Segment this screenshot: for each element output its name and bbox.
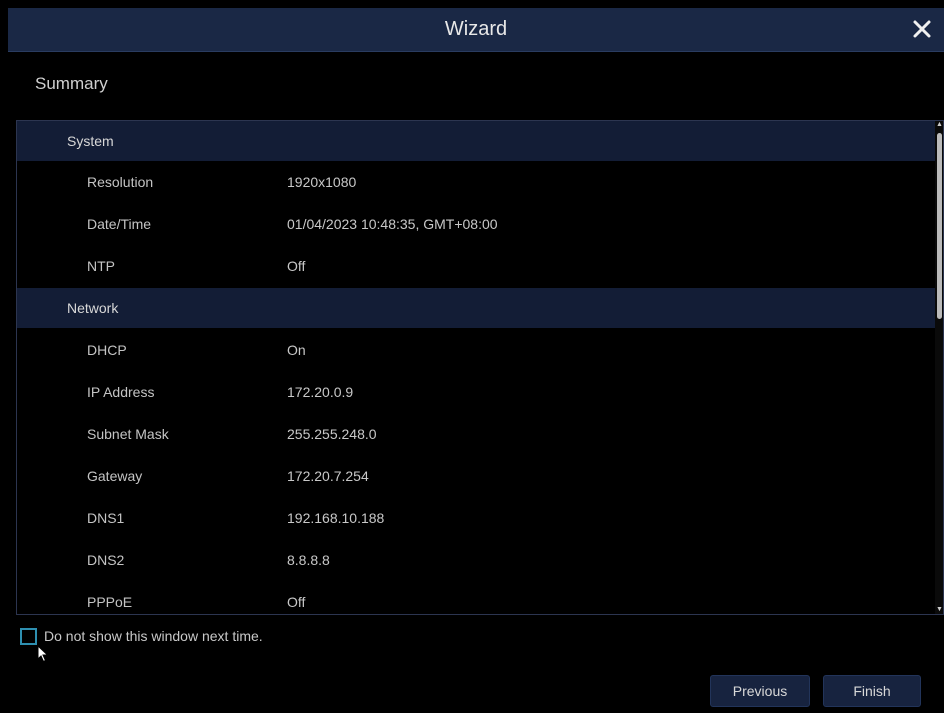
scroll-thumb[interactable] [937,133,942,319]
window-title: Wizard [444,18,508,40]
close-button[interactable] [906,13,938,45]
row-key: Subnet Mask [87,426,169,442]
wizard-window: Wizard Summary System Resolution 1920x10… [8,8,944,713]
summary-row: NTP Off [17,245,935,287]
group-header-network: Network [17,288,935,328]
row-value: Off [287,258,306,274]
row-value: Off [287,594,306,610]
row-key: DNS1 [87,510,125,526]
scroll-up-arrow-icon[interactable]: ▲ [936,121,943,128]
close-icon [913,20,931,38]
mouse-pointer-icon [37,645,49,663]
scrollbar[interactable]: ▲ ▼ [935,121,943,614]
summary-row: IP Address 172.20.0.9 [17,371,935,413]
row-key: Gateway [87,468,143,484]
row-value: On [287,342,306,358]
group-label: System [67,133,114,149]
summary-list[interactable]: System Resolution 1920x1080 Date/Time 01… [16,120,944,615]
title-bar: Wizard [8,8,944,52]
row-key: DNS2 [87,552,125,568]
finish-button[interactable]: Finish [823,675,921,707]
row-key: PPPoE [87,594,133,610]
row-value: 192.168.10.188 [287,510,385,526]
summary-row: DHCP On [17,329,935,371]
scroll-down-arrow-icon[interactable]: ▼ [936,606,943,613]
summary-row: Subnet Mask 255.255.248.0 [17,413,935,455]
row-value: 172.20.0.9 [287,384,354,400]
row-key: Date/Time [87,216,152,232]
summary-row: Date/Time 01/04/2023 10:48:35, GMT+08:00 [17,203,935,245]
page-title: Summary [35,74,108,93]
dont-show-checkbox[interactable] [20,627,37,645]
row-key: DHCP [87,342,127,358]
summary-row: PPPoE Off [17,581,935,614]
row-value: 1920x1080 [287,174,357,190]
dont-show-label: Do not show this window next time. [44,628,263,644]
row-key: IP Address [87,384,155,400]
summary-row: DNS1 192.168.10.188 [17,497,935,539]
summary-row: DNS2 8.8.8.8 [17,539,935,581]
row-value: 255.255.248.0 [287,426,377,442]
row-value: 172.20.7.254 [287,468,369,484]
previous-button[interactable]: Previous [710,675,810,707]
row-value: 8.8.8.8 [287,552,330,568]
row-value: 01/04/2023 10:48:35, GMT+08:00 [287,216,498,232]
summary-row: Resolution 1920x1080 [17,161,935,203]
dont-show-option[interactable]: Do not show this window next time. [20,625,263,647]
group-header-system: System [17,121,935,161]
group-label: Network [67,300,119,316]
row-key: Resolution [87,174,154,190]
row-key: NTP [87,258,115,274]
summary-row: Gateway 172.20.7.254 [17,455,935,497]
